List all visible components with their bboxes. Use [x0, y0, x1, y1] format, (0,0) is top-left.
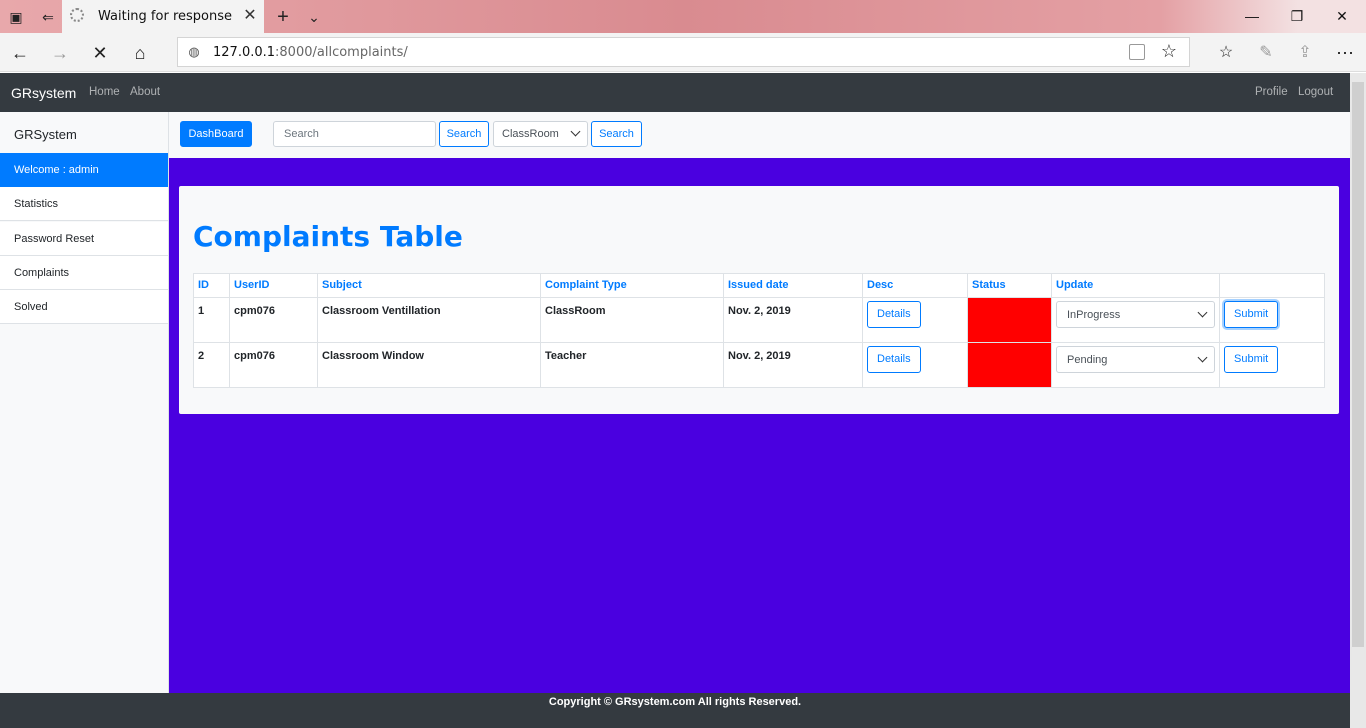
cell-user: cpm076 — [229, 342, 318, 388]
cell-user: cpm076 — [229, 297, 318, 343]
col-header: Status — [967, 273, 1052, 298]
restore-icon[interactable]: ❐ — [1277, 4, 1317, 28]
globe-icon: ◍ — [188, 44, 200, 59]
share-icon[interactable]: ⇪ — [1293, 41, 1317, 65]
address-bar[interactable]: ◍ 127.0.0.1:8000/allcomplaints/ ☆ — [177, 37, 1190, 67]
chevron-down-icon — [570, 126, 581, 137]
cell-date: Nov. 2, 2019 — [723, 297, 863, 343]
cell-desc: Details — [862, 342, 968, 388]
search-button[interactable]: Search — [439, 121, 489, 147]
cell-subject: Classroom Window — [317, 342, 541, 388]
site-brand[interactable]: GRsystem — [11, 85, 76, 101]
back-icon[interactable]: ← — [8, 41, 32, 65]
complaints-table: ID UserID Subject Complaint Type Issued … — [193, 273, 1325, 388]
details-button[interactable]: Details — [867, 346, 921, 373]
col-header: UserID — [229, 273, 318, 298]
status-indicator — [967, 297, 1052, 343]
sidebar-item-statistics[interactable]: Statistics — [0, 187, 168, 221]
type-filter-value: ClassRoom — [502, 128, 559, 140]
content-toolbar: DashBoard Search ClassRoom Search — [169, 112, 1350, 158]
chevron-down-icon — [1197, 307, 1208, 318]
status-update-value: Pending — [1067, 354, 1108, 366]
type-filter-select[interactable]: ClassRoom — [493, 121, 588, 147]
cell-subject: Classroom Ventillation — [317, 297, 541, 343]
status-update-select[interactable]: InProgress — [1056, 301, 1215, 328]
cell-submit: Submit — [1219, 297, 1325, 343]
more-menu-icon[interactable]: ⋯ — [1333, 41, 1357, 65]
set-aside-tabs-icon[interactable]: ⇐ — [38, 7, 58, 27]
cell-update: InProgress — [1051, 297, 1220, 343]
stop-loading-icon[interactable]: ✕ — [88, 41, 112, 65]
tab-close-icon[interactable]: ✕ — [240, 6, 260, 26]
col-header: ID — [193, 273, 230, 298]
filter-search-button[interactable]: Search — [591, 121, 642, 147]
tab-title: Waiting for response from 127.0.0.1 — [98, 9, 234, 24]
site-navbar: GRsystem Home About Profile Logout — [0, 73, 1350, 112]
forward-icon[interactable]: → — [48, 41, 72, 65]
col-header: Subject — [317, 273, 541, 298]
cell-desc: Details — [862, 297, 968, 343]
col-header: Update — [1051, 273, 1220, 298]
home-icon[interactable]: ⌂ — [128, 41, 152, 65]
browser-tab-bar: ▣ ⇐ Waiting for response from 127.0.0.1 … — [0, 0, 1366, 33]
nav-about-link[interactable]: About — [130, 86, 160, 98]
web-note-icon[interactable]: ✎ — [1254, 41, 1278, 65]
col-header: Issued date — [723, 273, 863, 298]
tab-list-chevron-icon[interactable]: ⌄ — [304, 7, 324, 27]
status-indicator — [967, 342, 1052, 388]
table-header-row: ID UserID Subject Complaint Type Issued … — [193, 273, 1325, 298]
cell-id: 1 — [193, 297, 230, 343]
cell-id: 2 — [193, 342, 230, 388]
url-host: 127.0.0.1 — [213, 45, 276, 60]
favorite-star-icon[interactable]: ☆ — [1161, 41, 1177, 62]
window-close-icon[interactable]: ✕ — [1322, 4, 1362, 28]
sidebar-item-password-reset[interactable]: Password Reset — [0, 222, 168, 256]
cell-type: Teacher — [540, 342, 724, 388]
sidebar-item-welcome[interactable]: Welcome : admin — [0, 153, 168, 187]
page-title: Complaints Table — [193, 220, 463, 253]
tab-actions-icon[interactable]: ▣ — [6, 7, 26, 27]
submit-button[interactable]: Submit — [1224, 301, 1279, 328]
browser-toolbar: ← → ✕ ⌂ ◍ 127.0.0.1:8000/allcomplaints/ … — [0, 33, 1366, 72]
status-update-value: InProgress — [1067, 309, 1121, 321]
url-text[interactable]: 127.0.0.1:8000/allcomplaints/ — [213, 45, 408, 60]
favorites-icon[interactable]: ☆ — [1214, 41, 1238, 65]
main-content: DashBoard Search ClassRoom Search Compla… — [169, 112, 1350, 693]
reading-view-icon[interactable] — [1129, 44, 1145, 60]
nav-home-link[interactable]: Home — [89, 86, 120, 98]
scrollbar-thumb[interactable] — [1352, 82, 1364, 647]
dashboard-button[interactable]: DashBoard — [180, 121, 252, 147]
cell-submit: Submit — [1219, 342, 1325, 388]
web-page: GRsystem Home About Profile Logout GRSys… — [0, 73, 1350, 728]
sidebar: GRSystem Welcome : admin Statistics Pass… — [0, 112, 169, 693]
table-row: 1 cpm076 Classroom Ventillation ClassRoo… — [193, 297, 1325, 343]
chevron-down-icon — [1197, 352, 1208, 363]
complaints-panel: Complaints Table ID UserID Subject Compl… — [179, 186, 1339, 414]
new-tab-icon[interactable]: + — [273, 7, 293, 27]
table-row: 2 cpm076 Classroom Window Teacher Nov. 2… — [193, 342, 1325, 388]
details-button[interactable]: Details — [867, 301, 921, 328]
sidebar-heading: GRSystem — [14, 127, 77, 142]
loading-spinner-icon — [70, 8, 84, 22]
sidebar-item-solved[interactable]: Solved — [0, 290, 168, 324]
footer-copyright: Copyright © GRsystem.com All rights Rese… — [548, 696, 802, 708]
cell-type: ClassRoom — [540, 297, 724, 343]
col-header — [1219, 273, 1325, 298]
nav-logout-link[interactable]: Logout — [1298, 86, 1333, 98]
minimize-icon[interactable]: — — [1232, 4, 1272, 28]
cell-update: Pending — [1051, 342, 1220, 388]
search-input[interactable] — [273, 121, 436, 147]
sidebar-item-complaints[interactable]: Complaints — [0, 256, 168, 290]
col-header: Complaint Type — [540, 273, 724, 298]
browser-tab[interactable]: Waiting for response from 127.0.0.1 ✕ — [62, 0, 264, 33]
site-footer: Copyright © GRsystem.com All rights Rese… — [0, 693, 1350, 728]
cell-date: Nov. 2, 2019 — [723, 342, 863, 388]
status-update-select[interactable]: Pending — [1056, 346, 1215, 373]
url-path: :8000/allcomplaints/ — [275, 45, 408, 60]
submit-button[interactable]: Submit — [1224, 346, 1279, 373]
nav-profile-link[interactable]: Profile — [1255, 86, 1288, 98]
col-header: Desc — [862, 273, 968, 298]
